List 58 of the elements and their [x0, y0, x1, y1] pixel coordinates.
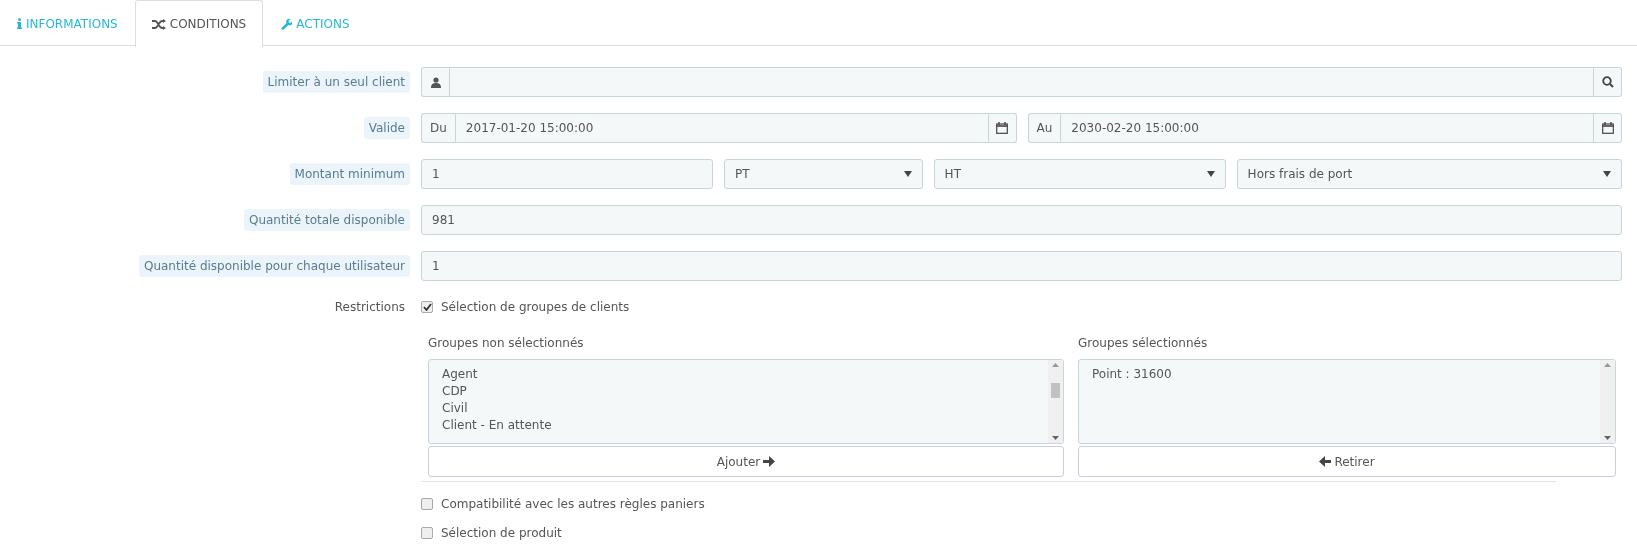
group-move-button[interactable]: Ajouter [428, 446, 1064, 477]
calendar-icon [996, 122, 1008, 134]
caret-down-icon [903, 171, 912, 177]
calendar-button[interactable] [988, 113, 1017, 143]
arrow-right-icon [763, 456, 776, 467]
info-icon [17, 18, 22, 29]
caret-down-icon [1206, 171, 1215, 177]
scroll-up-icon [1604, 363, 1611, 367]
wrench-icon [280, 17, 293, 30]
field-label: Restrictions [333, 299, 406, 316]
search-icon [1601, 76, 1614, 88]
scroll-down-icon [1604, 436, 1611, 440]
check-icon [422, 303, 432, 311]
date-prefix: Du [421, 113, 455, 143]
date-field[interactable]: 2017-01-20 15:00:00 [454, 113, 989, 143]
amount-field[interactable]: 1 [421, 159, 713, 189]
checkbox-label: Sélection de groupes de clients [441, 299, 630, 316]
field-label: Quantité disponible pour chaque utilisateur [138, 255, 410, 277]
field-label: Valide [363, 117, 410, 139]
list-option[interactable]: Point : 31600 [1092, 366, 1587, 383]
text-field[interactable]: 1 [421, 251, 1622, 281]
field-label: Limiter à un seul client [262, 71, 410, 93]
dropdown[interactable]: HT [933, 159, 1226, 189]
dropdown[interactable]: PT [724, 159, 923, 189]
date-prefix: Au [1027, 113, 1061, 143]
scrollbar[interactable] [1048, 360, 1063, 443]
shuffle-icon [151, 18, 166, 30]
text-field[interactable]: 981 [421, 205, 1622, 235]
field-label: Montant minimum [289, 163, 410, 185]
list-option[interactable]: Agent [442, 366, 1035, 383]
scrollbar[interactable] [1600, 360, 1615, 443]
search-button[interactable] [1594, 67, 1622, 97]
client-search-field[interactable] [449, 67, 1594, 97]
checkbox[interactable] [421, 527, 433, 539]
checkbox[interactable] [421, 301, 433, 313]
list-title: Groupes sélectionnés [1078, 335, 1209, 352]
scrollbar-thumb[interactable] [1051, 383, 1060, 398]
list-option[interactable]: Civil [442, 400, 1035, 417]
group-listbox[interactable]: Agent CDP Civil Client - En attente [428, 359, 1064, 444]
list-option[interactable]: Client - En attente [442, 417, 1035, 434]
caret-down-icon [1603, 171, 1611, 177]
calendar-icon [1601, 122, 1614, 134]
tab[interactable]: CONDITIONS [134, 0, 264, 47]
field-label: Quantité totale disponible [243, 209, 410, 231]
dropdown[interactable]: Hors frais de port [1236, 159, 1622, 189]
checkbox-label: Sélection de produit [441, 525, 562, 542]
group-listbox[interactable]: Point : 31600 [1078, 359, 1616, 444]
scroll-up-icon [1052, 363, 1059, 367]
list-option[interactable]: CDP [442, 383, 1035, 400]
checkbox[interactable] [421, 498, 433, 510]
arrow-left-icon [1319, 456, 1332, 467]
user-icon [430, 76, 441, 88]
list-title: Groupes non sélectionnés [428, 335, 585, 352]
scroll-down-icon [1052, 436, 1059, 440]
checkbox-label: Compatibilité avec les autres règles paniers [441, 496, 705, 513]
calendar-button[interactable] [1594, 113, 1622, 143]
group-move-button[interactable]: Retirer [1078, 446, 1616, 477]
date-field[interactable]: 2030-02-20 15:00:00 [1060, 113, 1594, 143]
